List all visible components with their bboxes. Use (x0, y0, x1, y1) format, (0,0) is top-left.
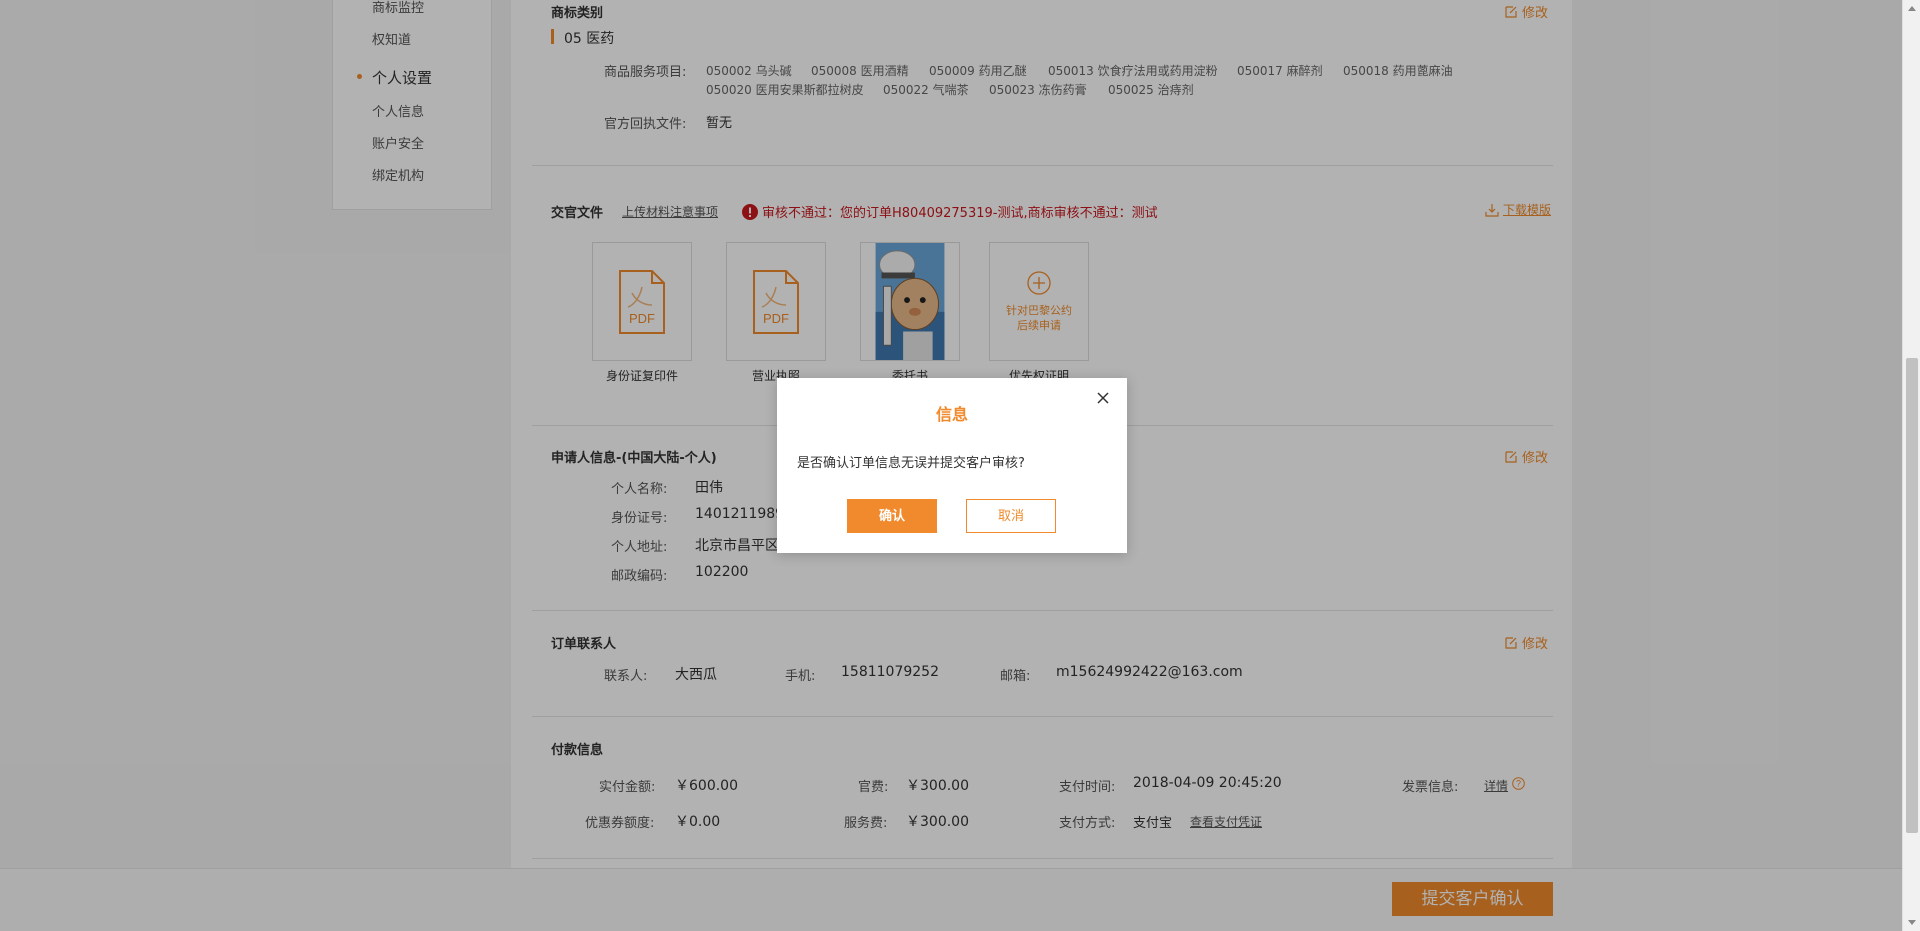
scrollbar[interactable] (1902, 0, 1920, 931)
dialog-title: 信息 (935, 405, 968, 424)
scroll-down-arrow[interactable] (1908, 920, 1916, 925)
close-icon[interactable] (1095, 390, 1111, 406)
scroll-up-arrow[interactable] (1908, 6, 1916, 11)
confirm-dialog: 信息 是否确认订单信息无误并提交客户审核? 确认 取消 (777, 378, 1127, 553)
cancel-button[interactable]: 取消 (966, 499, 1056, 533)
dialog-message: 是否确认订单信息无误并提交客户审核? (797, 456, 1025, 471)
scrollbar-thumb[interactable] (1906, 358, 1918, 833)
confirm-button[interactable]: 确认 (847, 499, 937, 533)
